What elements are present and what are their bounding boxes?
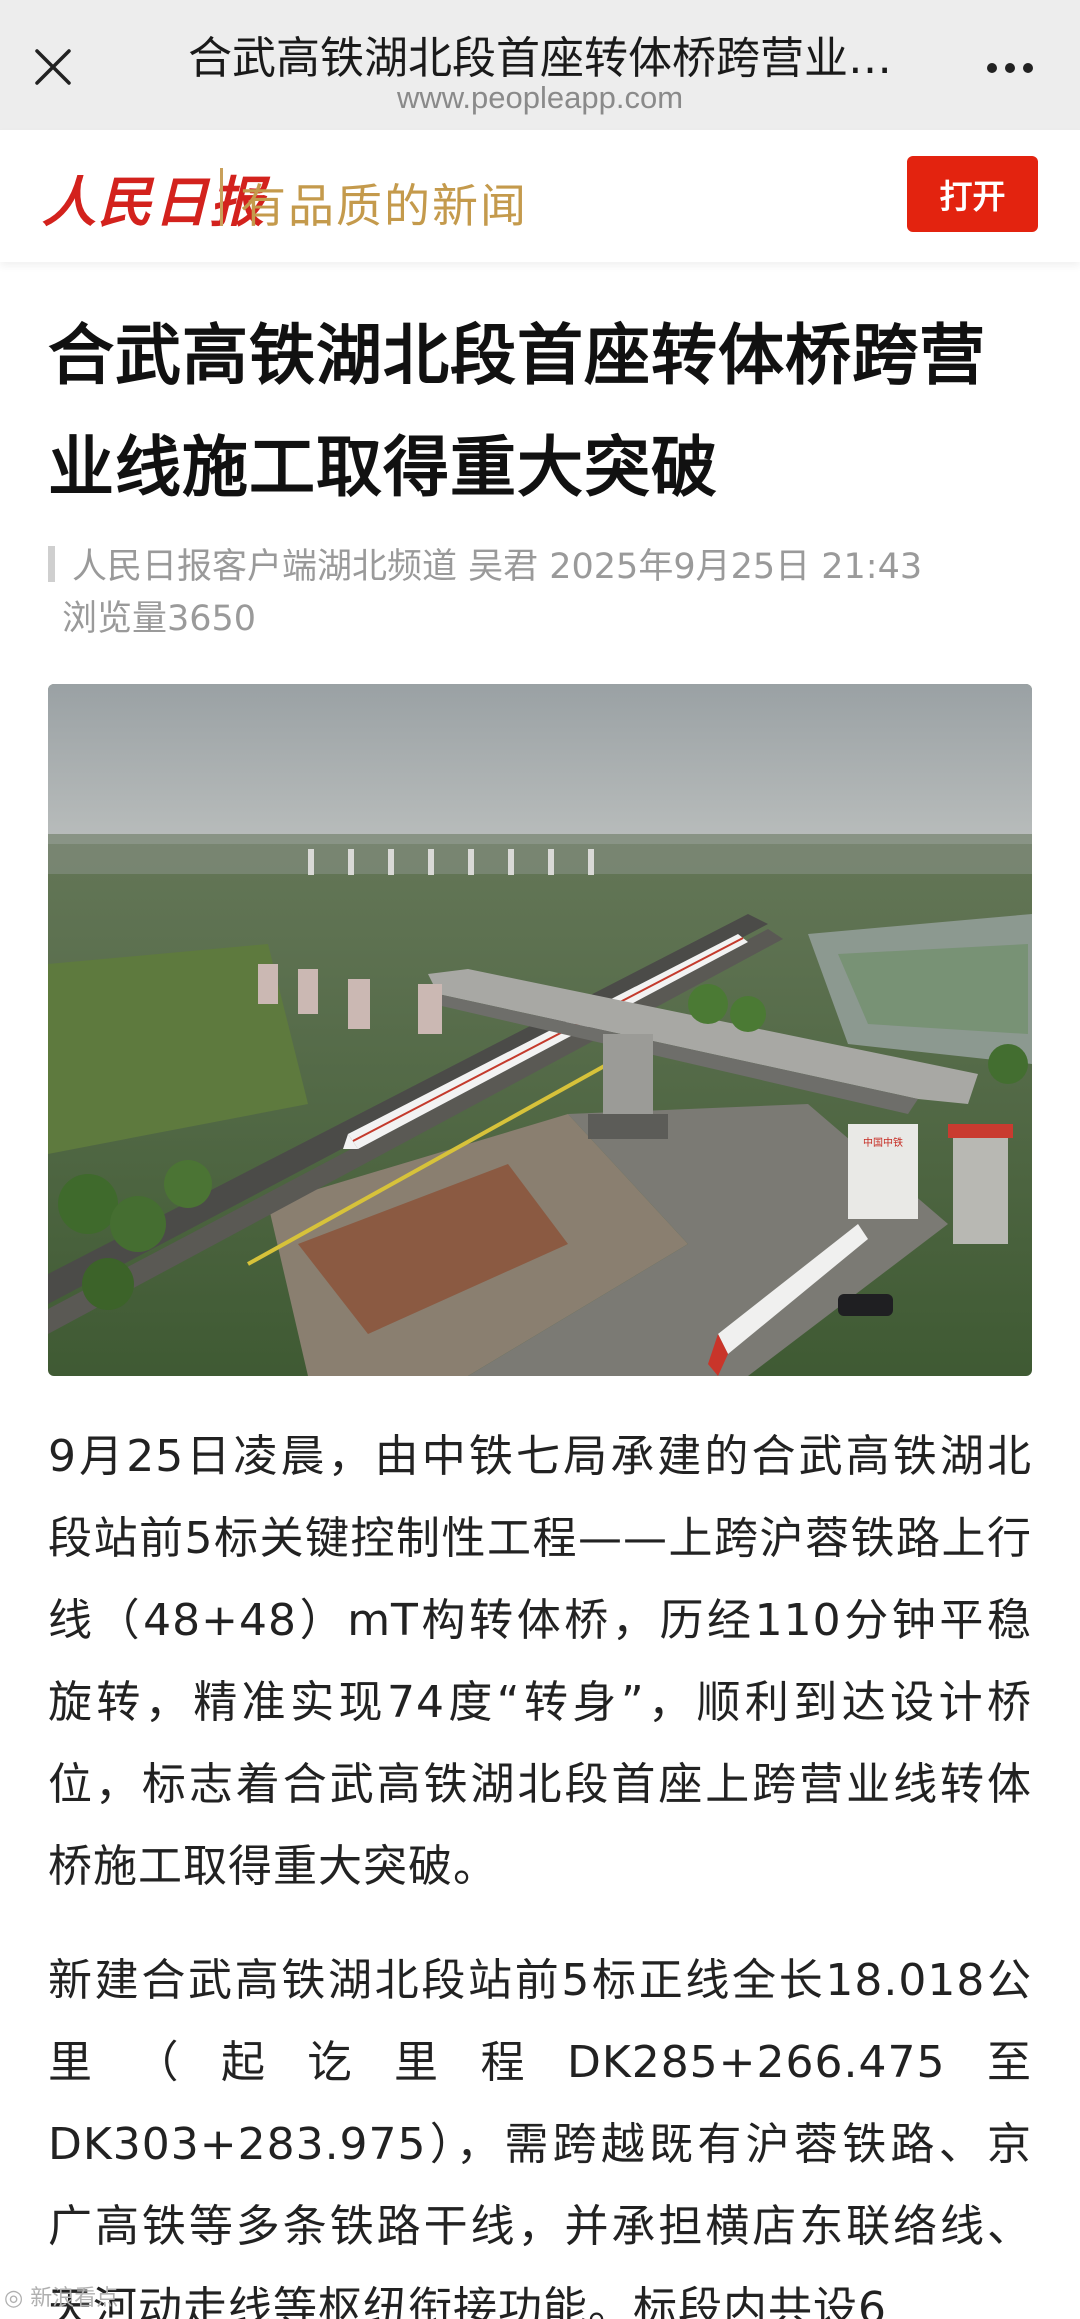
brand-slogan: 有品质的新闻 <box>240 179 528 233</box>
close-icon <box>35 49 71 85</box>
more-dot-icon <box>1005 63 1015 73</box>
article-headline: 合武高铁湖北段首座转体桥跨营业线施工取得重大突破 <box>48 317 986 506</box>
source-watermark: ◎ 新浪看点 <box>4 2286 119 2311</box>
meta-accent-bar <box>48 546 55 582</box>
open-app-button[interactable]: 打开 <box>907 156 1038 232</box>
page-title: 合武高铁湖北段首座转体桥跨营业… <box>188 33 892 84</box>
close-button[interactable] <box>28 42 78 92</box>
aerial-bridge-image: 中国中铁 <box>48 684 1032 1376</box>
peoples-daily-logo: 人民日报 <box>42 170 266 234</box>
article-view-count: 浏览量3650 <box>62 599 257 639</box>
article-paragraph-2: 新建合武高铁湖北段站前5标正线全长18.018公里（起讫里程DK285+266.… <box>48 1955 1032 2319</box>
article-photo[interactable]: 中国中铁 <box>48 684 1032 1376</box>
article-source-author-date: 人民日报客户端湖北频道 吴君 2025年9月25日 21:43 <box>72 547 923 587</box>
page-url: www.peopleapp.com <box>396 80 684 115</box>
sign-text: 中国中铁 <box>863 1136 903 1149</box>
more-dot-icon <box>1023 63 1033 73</box>
more-dot-icon <box>987 63 997 73</box>
browser-top-bar: 合武高铁湖北段首座转体桥跨营业… www.peopleapp.com <box>0 0 1080 130</box>
article-paragraph-1: 9月25日凌晨，由中铁七局承建的合武高铁湖北段站前5标关键控制性工程——上跨沪蓉… <box>48 1431 1032 1892</box>
brand-divider <box>220 168 223 226</box>
app-promo-banner: 人民日报 有品质的新闻 打开 <box>0 130 1080 262</box>
more-menu-button[interactable] <box>975 48 1045 88</box>
